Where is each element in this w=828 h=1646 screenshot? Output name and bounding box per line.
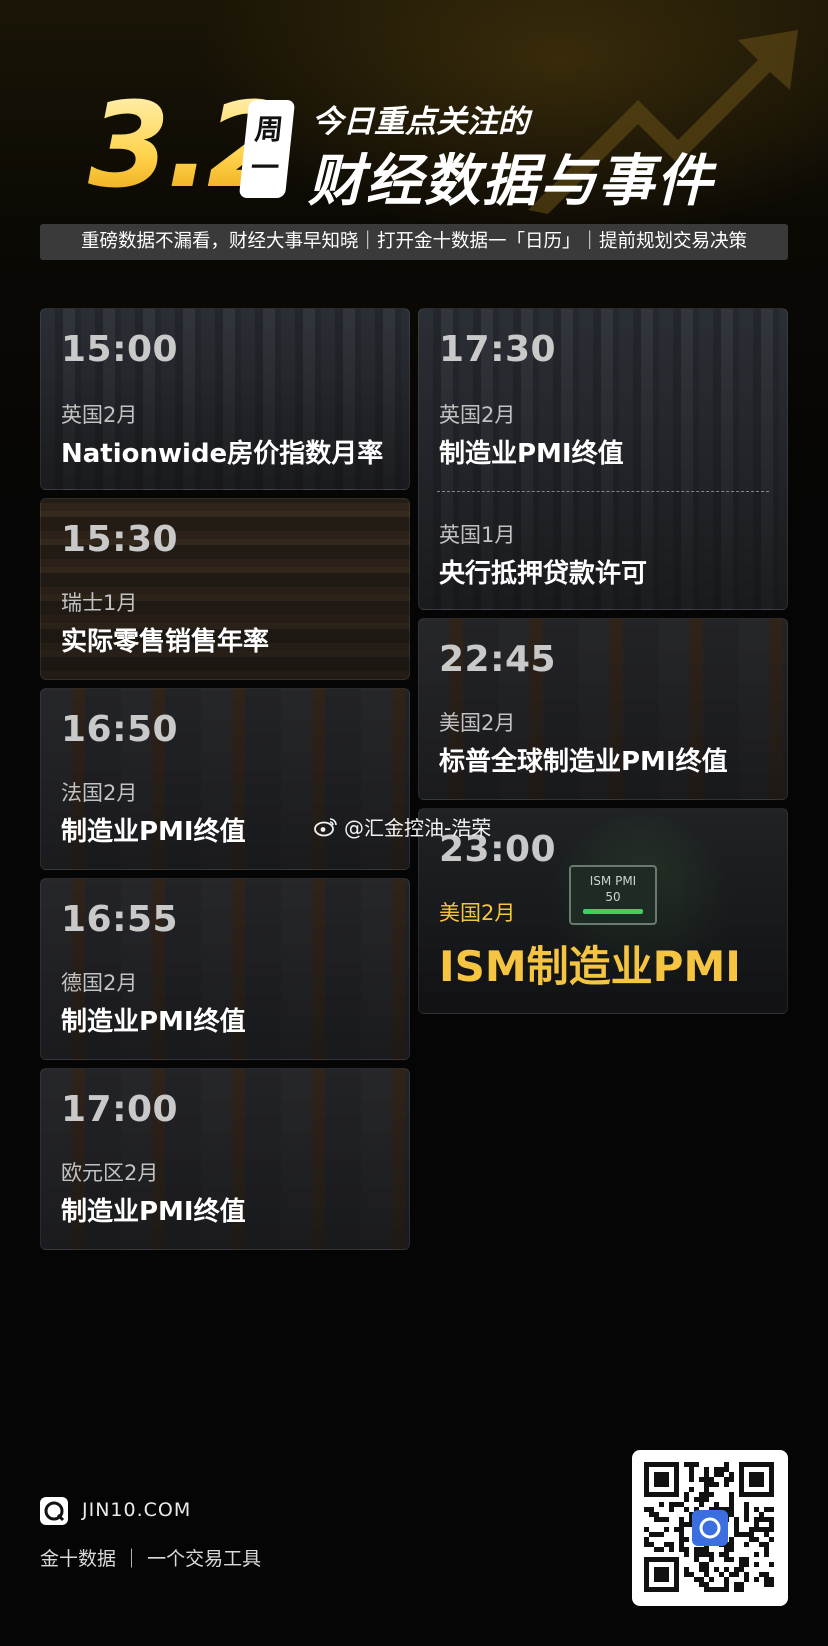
weibo-handle: @汇金控油-浩荣 [344,816,492,840]
card-divider [437,491,769,492]
event-region: 德国2月 [61,971,138,995]
ism-panel-value: 50 [605,890,621,904]
event-region: 美国2月 [439,711,516,735]
event-time: 17:30 [439,329,557,370]
event-region: 英国2月 [61,403,138,427]
event-title: Nationwide房价指数月率 [61,439,384,469]
event-title-second: 央行抵押贷款许可 [439,559,648,589]
event-region: 英国2月 [439,403,516,427]
event-time: 22:45 [439,639,557,680]
event-title: 制造业PMI终值 [61,817,246,847]
event-time: 16:50 [61,709,179,750]
event-card-1650: 16:50 法国2月 制造业PMI终值 [40,688,410,870]
weibo-icon [314,817,337,836]
event-time: 16:55 [61,899,179,940]
ism-panel-bar [583,909,643,914]
weekday-bottom-char: 一 [249,151,281,184]
event-region: 瑞士1月 [61,591,138,615]
jin10-logo-icon [40,1497,68,1525]
ism-pmi-panel: ISM PMI 50 [569,865,657,925]
weibo-watermark: @汇金控油-浩荣 [314,812,491,841]
brand-tagline: 金十数据 ｜ 一个交易工具 [40,1548,262,1570]
event-title: 标普全球制造业PMI终值 [439,747,728,777]
event-card-1530: 15:30 瑞士1月 实际零售销售年率 [40,498,410,680]
event-region: 美国2月 [439,901,516,925]
event-region: 欧元区2月 [61,1161,159,1185]
header-title-big: 财经数据与事件 [308,149,714,214]
event-title: 实际零售销售年率 [61,627,270,657]
qr-code [632,1450,788,1606]
event-title: 制造业PMI终值 [439,439,624,469]
event-time: 17:00 [61,1089,179,1130]
event-card-2245: 22:45 美国2月 标普全球制造业PMI终值 [418,618,788,800]
event-time: 15:30 [61,519,179,560]
event-time: 15:00 [61,329,179,370]
subtitle-bar: 重磅数据不漏看，财经大事早知晓｜打开金十数据一「日历」｜提前规划交易决策 [40,224,788,260]
event-region: 法国2月 [61,781,138,805]
ism-panel-title: ISM PMI [589,874,637,888]
event-card-1700: 17:00 欧元区2月 制造业PMI终值 [40,1068,410,1250]
event-title: 制造业PMI终值 [61,1007,246,1037]
event-title: ISM制造业PMI [439,942,741,991]
event-region-second: 英国1月 [439,523,516,547]
event-card-1500: 15:00 英国2月 Nationwide房价指数月率 [40,308,410,490]
event-title: 制造业PMI终值 [61,1197,246,1227]
event-card-1655: 16:55 德国2月 制造业PMI终值 [40,878,410,1060]
event-card-1730: 17:30 英国2月 制造业PMI终值 英国1月 央行抵押贷款许可 [418,308,788,610]
header-title-small: 今日重点关注的 [312,104,529,140]
weekday-top-char: 周 [253,113,285,146]
site-url[interactable]: JIN10.COM [82,1499,191,1521]
